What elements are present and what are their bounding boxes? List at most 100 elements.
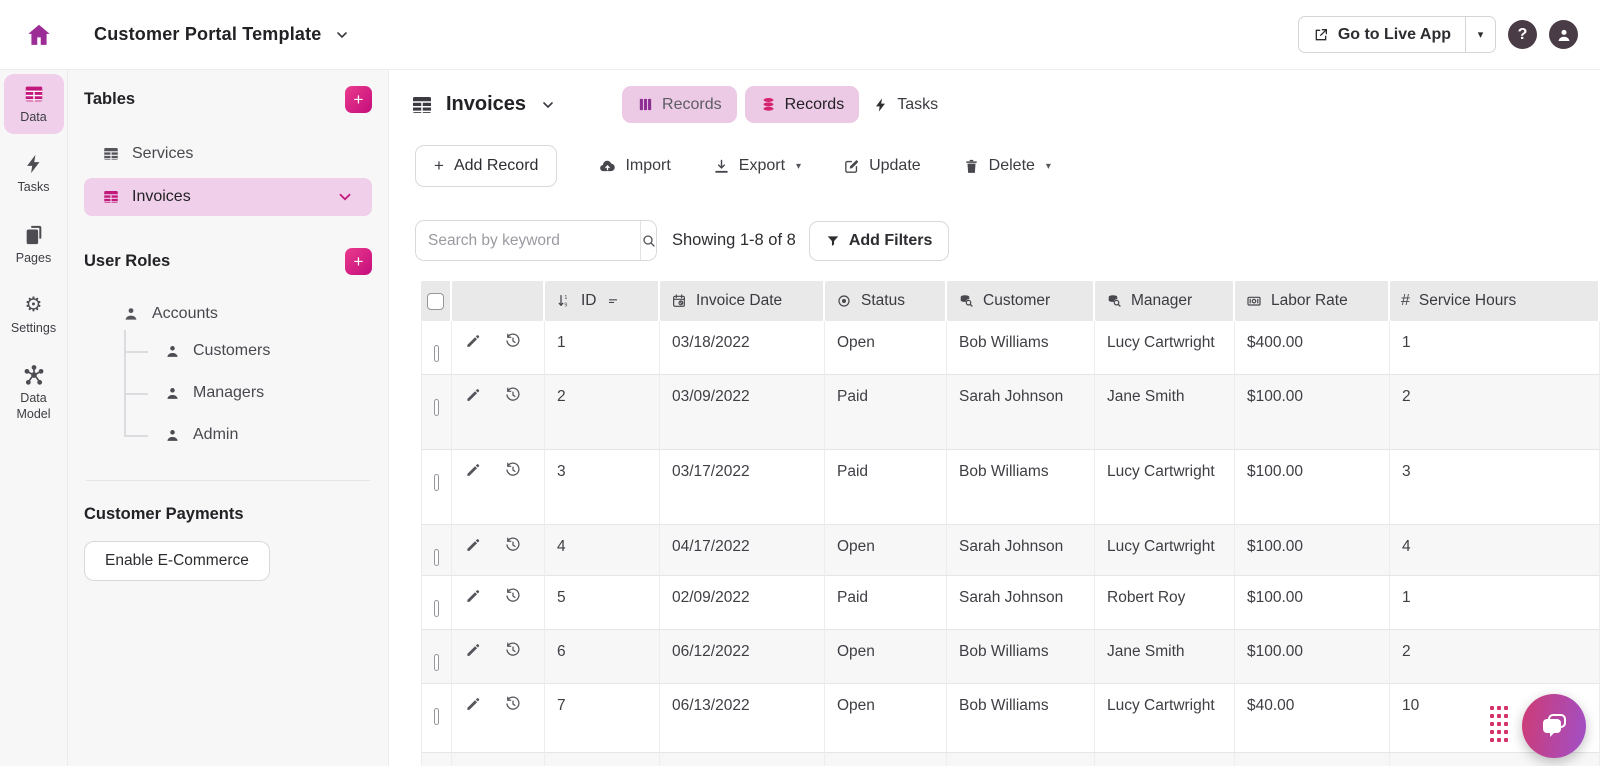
search-input[interactable]	[416, 221, 640, 260]
sidebar-item-accounts[interactable]: Accounts	[84, 298, 372, 330]
trash-icon	[963, 158, 980, 175]
chat-widget-button[interactable]	[1522, 694, 1586, 758]
person-icon	[164, 385, 181, 402]
add-table-button[interactable]: +	[345, 86, 372, 113]
enable-ecommerce-button[interactable]: Enable E-Commerce	[84, 541, 270, 581]
select-all-checkbox[interactable]	[427, 293, 444, 310]
edit-record-button[interactable]	[464, 641, 482, 659]
row-checkbox[interactable]	[434, 474, 439, 491]
cell-id: 3	[545, 450, 660, 525]
column-header-invoice-date[interactable]: Invoice Date	[660, 281, 825, 321]
go-to-live-app-caret[interactable]: ▾	[1465, 17, 1495, 52]
rail-item-data[interactable]: Data	[4, 74, 64, 134]
rail-item-pages[interactable]: Pages	[4, 215, 64, 275]
sidebar-item-services[interactable]: Services	[84, 138, 372, 170]
home-button[interactable]	[22, 18, 56, 52]
column-header-id[interactable]: 19 ID	[545, 281, 660, 321]
connection-search-icon	[1106, 293, 1122, 309]
table-row: 5 02/09/2022 Paid Sarah Johnson Robert R…	[421, 576, 1600, 630]
sidebar-item-customers[interactable]: Customers	[108, 330, 372, 372]
view-tab-label: Records	[662, 96, 722, 114]
history-clock-icon	[504, 587, 522, 605]
record-history-button[interactable]	[504, 461, 522, 479]
edit-record-button[interactable]	[464, 587, 482, 605]
cell-id: 5	[545, 576, 660, 630]
edit-record-button[interactable]	[464, 536, 482, 554]
record-history-button[interactable]	[504, 332, 522, 350]
record-history-button[interactable]	[504, 386, 522, 404]
row-select-cell	[421, 576, 452, 630]
sidebar-item-admin[interactable]: Admin	[108, 414, 372, 456]
sidebar-item-managers[interactable]: Managers	[108, 372, 372, 414]
sidebar-item-invoices[interactable]: Invoices	[84, 178, 372, 216]
rail-item-settings[interactable]: ⚙ Settings	[4, 285, 64, 345]
add-filters-button[interactable]: Add Filters	[809, 221, 950, 261]
row-checkbox[interactable]	[434, 399, 439, 416]
view-tab-records-grid[interactable]: Records	[745, 86, 860, 123]
row-checkbox[interactable]	[434, 708, 439, 725]
row-actions-cell	[452, 321, 545, 375]
cell-customer	[947, 753, 1095, 766]
cell-id: 2	[545, 375, 660, 450]
cell-service-hours: 4	[1390, 525, 1600, 576]
row-checkbox[interactable]	[434, 600, 439, 617]
tree-elbow	[124, 435, 148, 437]
row-select-cell	[421, 450, 452, 525]
row-checkbox[interactable]	[434, 654, 439, 671]
add-record-button[interactable]: + Add Record	[415, 145, 557, 187]
column-header-customer[interactable]: Customer	[947, 281, 1095, 321]
pencil-icon	[464, 332, 482, 350]
table-switcher-caret[interactable]	[540, 97, 556, 113]
search-submit[interactable]	[640, 221, 657, 260]
record-history-button[interactable]	[504, 641, 522, 659]
table-row	[421, 753, 1600, 766]
column-header-manager[interactable]: Manager	[1095, 281, 1235, 321]
column-header-service-hours[interactable]: # Service Hours	[1390, 281, 1600, 321]
record-history-button[interactable]	[504, 695, 522, 713]
edit-record-button[interactable]	[464, 461, 482, 479]
app-title-dropdown[interactable]	[334, 27, 350, 43]
gear-icon: ⚙	[23, 294, 45, 316]
body-wrap: Data Tasks Pages ⚙ Settings Data Model	[0, 70, 1600, 766]
column-header-labor-rate[interactable]: Labor Rate	[1235, 281, 1390, 321]
edit-record-button[interactable]	[464, 332, 482, 350]
rail-item-tasks[interactable]: Tasks	[4, 144, 64, 204]
cell-manager: Lucy Cartwright	[1095, 450, 1235, 525]
view-tab-tasks[interactable]: Tasks	[873, 96, 938, 114]
cell-manager: Robert Roy	[1095, 576, 1235, 630]
cell-customer: Bob Williams	[947, 684, 1095, 753]
import-button[interactable]: Import	[599, 157, 670, 175]
chat-bubble-icon	[1538, 710, 1570, 742]
delete-button[interactable]: Delete ▾	[963, 157, 1051, 175]
records-toolbar: + Add Record Import Export ▾ Update	[410, 145, 1600, 187]
rail-item-data-model[interactable]: Data Model	[4, 355, 64, 432]
help-button[interactable]: ?	[1508, 20, 1537, 49]
edit-record-button[interactable]	[464, 386, 482, 404]
cell-labor-rate: $100.00	[1235, 630, 1390, 684]
cell-labor-rate: $400.00	[1235, 321, 1390, 375]
record-history-button[interactable]	[504, 536, 522, 554]
go-to-live-app-main[interactable]: Go to Live App	[1299, 17, 1465, 52]
cell-labor-rate: $100.00	[1235, 525, 1390, 576]
edit-record-button[interactable]	[464, 695, 482, 713]
column-label: Invoice Date	[696, 292, 782, 310]
column-header-status[interactable]: Status	[825, 281, 947, 321]
go-to-live-app-button: Go to Live App ▾	[1298, 16, 1496, 53]
table-body: 1 03/18/2022 Open Bob Williams Lucy Cart…	[421, 321, 1600, 766]
cell-status: Paid	[825, 375, 947, 450]
lightning-icon	[873, 97, 889, 113]
record-history-button[interactable]	[504, 587, 522, 605]
cell-id: 4	[545, 525, 660, 576]
update-button[interactable]: Update	[843, 157, 921, 175]
view-tab-records-columns[interactable]: Records	[622, 86, 737, 123]
row-select-cell	[421, 630, 452, 684]
caret-down-icon: ▾	[796, 161, 801, 172]
export-button[interactable]: Export ▾	[713, 157, 801, 175]
pencil-icon	[464, 536, 482, 554]
add-user-role-button[interactable]: +	[345, 248, 372, 275]
column-label: Manager	[1131, 292, 1192, 310]
row-checkbox[interactable]	[434, 549, 439, 566]
column-label: Labor Rate	[1271, 292, 1348, 310]
account-avatar[interactable]	[1549, 20, 1578, 49]
row-checkbox[interactable]	[434, 345, 439, 362]
